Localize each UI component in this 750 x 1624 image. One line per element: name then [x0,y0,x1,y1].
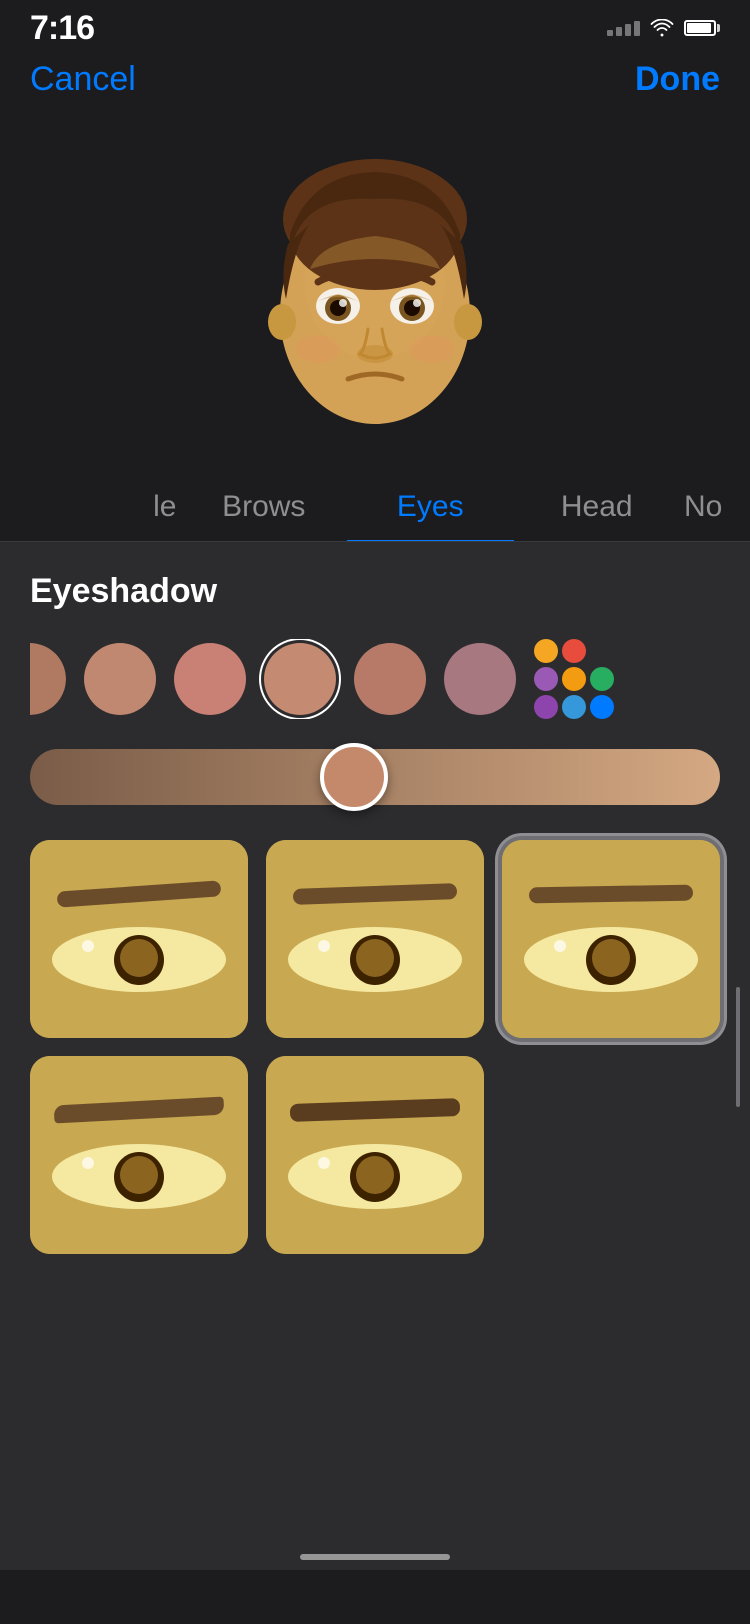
slider-track [30,749,720,805]
grid-dot-orange[interactable] [534,639,558,663]
memoji-avatar [260,154,490,434]
tab-style[interactable]: le [20,474,181,541]
grid-dot-blue2[interactable] [590,695,614,719]
eye-style-2[interactable] [266,840,484,1038]
nav-bar: Cancel Done [0,50,750,114]
grid-dot-red[interactable] [562,639,586,663]
scroll-indicator [736,987,740,1107]
signal-icon [607,21,640,36]
eye-thumb-2 [266,840,484,1038]
grid-dot-blue[interactable] [562,695,586,719]
tab-eyes[interactable]: Eyes [347,474,514,542]
swatch-2[interactable] [174,643,246,715]
swatch-4[interactable] [354,643,426,715]
eye-style-3-selected[interactable] [502,840,720,1038]
grid-dot-empty [590,639,614,663]
home-indicator-area [0,1542,750,1570]
tab-nose[interactable]: No [680,474,730,541]
eye-thumb-1 [30,840,248,1038]
status-icons [607,19,720,37]
battery-icon [684,20,720,36]
done-button[interactable]: Done [635,60,720,99]
tab-brows[interactable]: Brows [181,474,348,541]
content-panel: Eyeshadow [0,542,750,1542]
swatch-5[interactable] [444,643,516,715]
swatch-3-selected[interactable] [264,643,336,715]
category-tabs: le Brows Eyes Head No [0,474,750,542]
memoji-preview [0,114,750,474]
swatch-1[interactable] [84,643,156,715]
grid-dot-purple[interactable] [534,667,558,691]
eye-style-grid [30,840,720,1254]
color-picker-grid[interactable] [534,639,614,719]
color-swatches-row [30,639,720,719]
home-bar [300,1554,450,1560]
tab-head[interactable]: Head [514,474,681,541]
eye-style-4[interactable] [30,1056,248,1254]
slider-thumb[interactable] [320,743,388,811]
section-title: Eyeshadow [30,572,720,611]
status-bar: 7:16 [0,0,750,50]
status-time: 7:16 [30,9,94,48]
eye-style-1[interactable] [30,840,248,1038]
eye-thumb-4 [30,1056,248,1254]
eye-thumb-5 [266,1056,484,1254]
grid-dot-purple2[interactable] [534,695,558,719]
grid-dot-orange2[interactable] [562,667,586,691]
grid-dot-green[interactable] [590,667,614,691]
cancel-button[interactable]: Cancel [30,60,136,99]
wifi-icon [650,19,674,37]
swatch-partial[interactable] [30,643,66,715]
eye-thumb-3 [502,840,720,1038]
eye-style-5[interactable] [266,1056,484,1254]
eyeshadow-slider[interactable] [30,749,720,805]
